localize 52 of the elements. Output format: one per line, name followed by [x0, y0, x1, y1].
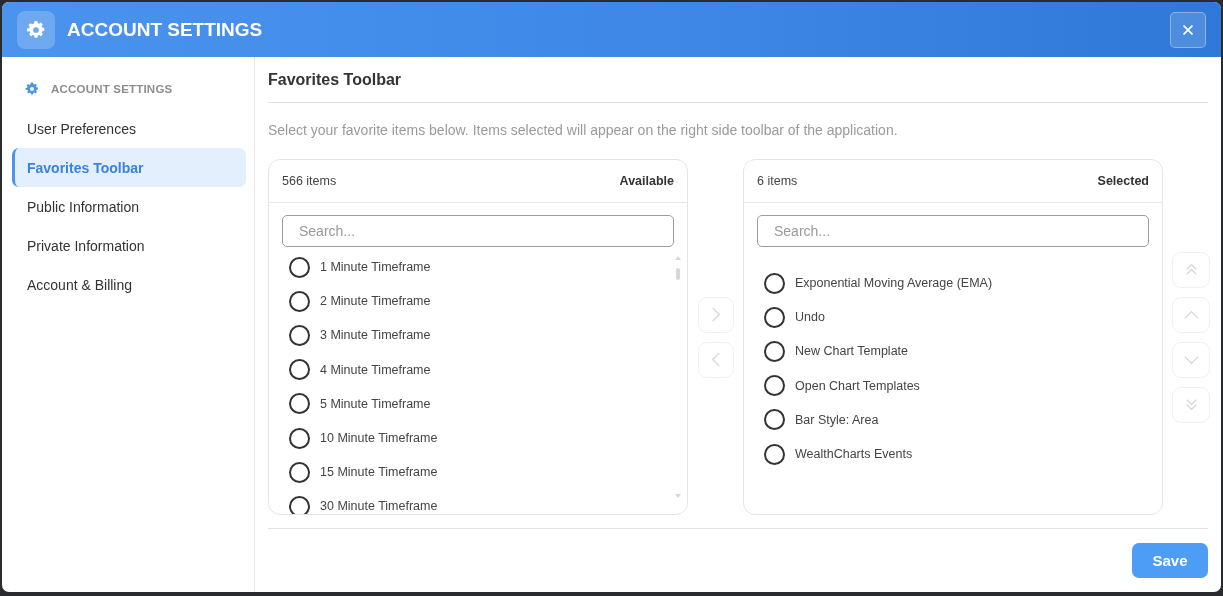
checkbox[interactable]	[289, 427, 310, 449]
checkbox[interactable]	[289, 495, 310, 514]
sidebar-heading: ACCOUNT SETTINGS	[51, 83, 173, 95]
list-item-label: 1 Minute Timeframe	[320, 260, 431, 275]
checkbox[interactable]	[764, 409, 785, 431]
list-item-label: Undo	[795, 310, 825, 325]
settings-icon	[25, 82, 39, 96]
list-item-label: 3 Minute Timeframe	[320, 328, 431, 343]
checkbox[interactable]	[289, 324, 310, 346]
search-field[interactable]: Search...	[282, 215, 674, 247]
list-item-label: Exponential Moving Average (EMA)	[795, 276, 993, 291]
list-item-label: 4 Minute Timeframe	[320, 362, 431, 377]
list-label: Selected	[1097, 174, 1149, 188]
checkbox[interactable]	[289, 393, 310, 415]
chevron-down-icon	[1183, 355, 1199, 364]
checkbox[interactable]	[764, 375, 785, 397]
list-item-label: New Chart Template	[795, 344, 908, 359]
window-title: ACCOUNT SETTINGS	[67, 18, 264, 41]
list-item-label: 10 Minute Timeframe	[320, 431, 438, 446]
list-item-label: Bar Style: Area	[795, 412, 879, 427]
sidebar-item[interactable]: Account & Billing	[12, 265, 246, 304]
checkbox[interactable]	[764, 306, 785, 328]
list-item-label: 15 Minute Timeframe	[320, 465, 438, 480]
search-field[interactable]: Search...	[757, 215, 1149, 247]
list-item-label: 30 Minute Timeframe	[320, 499, 438, 514]
double-chevron-up-icon	[1185, 264, 1197, 275]
item-count: 6 items	[757, 174, 798, 188]
checkbox[interactable]	[289, 256, 310, 278]
checkbox[interactable]	[289, 359, 310, 381]
checkbox[interactable]	[764, 272, 785, 294]
sidebar-item[interactable]: Private Information	[12, 226, 246, 265]
settings-icon	[27, 20, 45, 39]
sidebar-item[interactable]: User Preferences	[12, 109, 246, 148]
list-item-label: 5 Minute Timeframe	[320, 396, 431, 411]
description-text: Select your favorite items below. Items selected will appear on the right side toolbar of the application.	[268, 121, 899, 140]
checkbox[interactable]	[289, 461, 310, 483]
double-chevron-down-icon	[1185, 399, 1197, 410]
item-count: 566 items	[282, 174, 337, 188]
list-label: Available	[619, 174, 674, 188]
close-button[interactable]	[1170, 11, 1206, 48]
close-icon	[1183, 24, 1193, 35]
list-item-label: Open Chart Templates	[795, 378, 920, 393]
sidebar-item[interactable]: Public Information	[12, 187, 246, 226]
chevron-up-icon	[1183, 310, 1199, 319]
checkbox[interactable]	[764, 443, 785, 465]
checkbox[interactable]	[764, 340, 785, 362]
section-title: Favorites Toolbar	[268, 57, 1208, 103]
list-item-label: 2 Minute Timeframe	[320, 294, 431, 309]
list-item-label: WealthCharts Events	[795, 447, 913, 462]
arrow-right-icon	[712, 307, 720, 322]
arrow-left-icon	[712, 352, 720, 367]
checkbox[interactable]	[289, 290, 310, 312]
